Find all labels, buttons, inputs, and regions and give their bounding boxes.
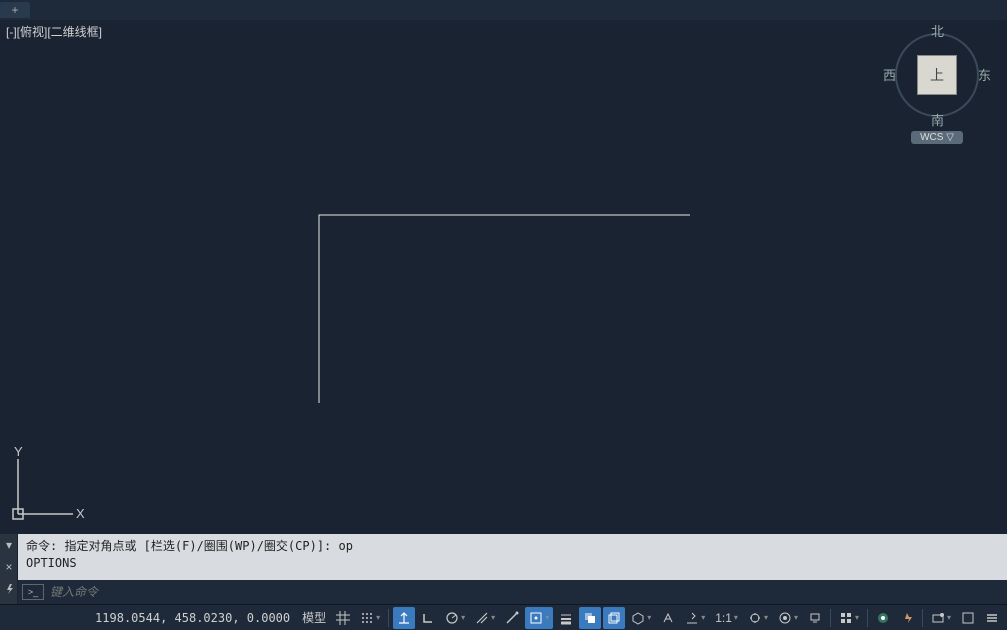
command-panel: ▾ × 命令: 指定对角点或 [栏选(F)/圈围(WP)/圈交(CP)]: op…	[0, 534, 1007, 604]
grid-toggle[interactable]	[332, 607, 354, 629]
dynamic-ucs-toggle[interactable]	[657, 607, 679, 629]
osnap-toggle[interactable]: ▾	[525, 607, 553, 629]
transparency-toggle[interactable]	[579, 607, 601, 629]
annotation-visibility-toggle[interactable]: ▾	[744, 607, 772, 629]
compass-south[interactable]: 南	[931, 110, 944, 129]
command-input-row: >_	[18, 580, 1007, 604]
command-history-line: 命令: 指定对角点或 [栏选(F)/圈围(WP)/圈交(CP)]: op	[26, 538, 999, 555]
drawing-canvas[interactable]: Y X	[0, 40, 1007, 534]
infer-constraints-toggle[interactable]	[393, 607, 415, 629]
new-tab-button[interactable]: +	[0, 2, 30, 18]
clean-screen-toggle[interactable]	[957, 607, 979, 629]
command-history-line: OPTIONS	[26, 555, 999, 572]
quick-properties-toggle[interactable]	[872, 607, 894, 629]
command-input[interactable]	[50, 585, 1003, 599]
customization-button[interactable]	[981, 607, 1003, 629]
units-button[interactable]: ▾	[835, 607, 863, 629]
command-prompt-icon[interactable]: >_	[22, 584, 44, 600]
model-space-button[interactable]: 模型	[298, 607, 330, 629]
snap-toggle[interactable]: ▾	[356, 607, 384, 629]
ortho-toggle[interactable]	[417, 607, 439, 629]
hardware-accel-toggle[interactable]	[896, 607, 918, 629]
selection-filter-toggle[interactable]: ▾	[681, 607, 709, 629]
polar-toggle[interactable]: ▾	[441, 607, 469, 629]
3d-osnap-toggle[interactable]: ▾	[627, 607, 655, 629]
compass-west[interactable]: 西	[883, 65, 896, 84]
svg-text:Y: Y	[14, 444, 23, 459]
command-side-controls: ▾ ×	[0, 534, 18, 604]
status-bar: 1198.0544, 458.0230, 0.0000 模型 ▾ ▾ ▾ ▾ ▾	[0, 604, 1007, 630]
ucs-icon[interactable]: Y X	[8, 444, 88, 524]
viewcube: 北 南 东 西 上 WCS ▽	[882, 25, 992, 144]
selection-cycling-toggle[interactable]	[603, 607, 625, 629]
viewcube-top-face[interactable]: 上	[917, 55, 957, 95]
command-close-icon[interactable]: ×	[0, 556, 18, 578]
compass-north[interactable]: 北	[931, 21, 944, 40]
polyline-object[interactable]	[319, 215, 690, 403]
command-customize-icon[interactable]	[0, 578, 18, 600]
osnap-tracking-toggle[interactable]	[501, 607, 523, 629]
workspace-switching-button[interactable]: ▾	[774, 607, 802, 629]
coordinates-readout[interactable]: 1198.0544, 458.0230, 0.0000	[89, 611, 296, 625]
command-recent-icon[interactable]: ▾	[0, 534, 18, 556]
viewcube-compass[interactable]: 北 南 东 西 上	[887, 25, 987, 125]
wcs-dropdown[interactable]: WCS ▽	[911, 131, 963, 144]
lineweight-toggle[interactable]	[555, 607, 577, 629]
tab-bar: +	[0, 0, 1007, 20]
svg-text:X: X	[76, 506, 85, 521]
annotation-monitor-toggle[interactable]	[804, 607, 826, 629]
command-history[interactable]: 命令: 指定对角点或 [栏选(F)/圈围(WP)/圈交(CP)]: op OPT…	[18, 534, 1007, 580]
isolate-objects-button[interactable]: ▾	[927, 607, 955, 629]
annotation-scale-button[interactable]: 1:1▾	[711, 607, 742, 629]
compass-east[interactable]: 东	[978, 65, 991, 84]
isodraft-toggle[interactable]: ▾	[471, 607, 499, 629]
